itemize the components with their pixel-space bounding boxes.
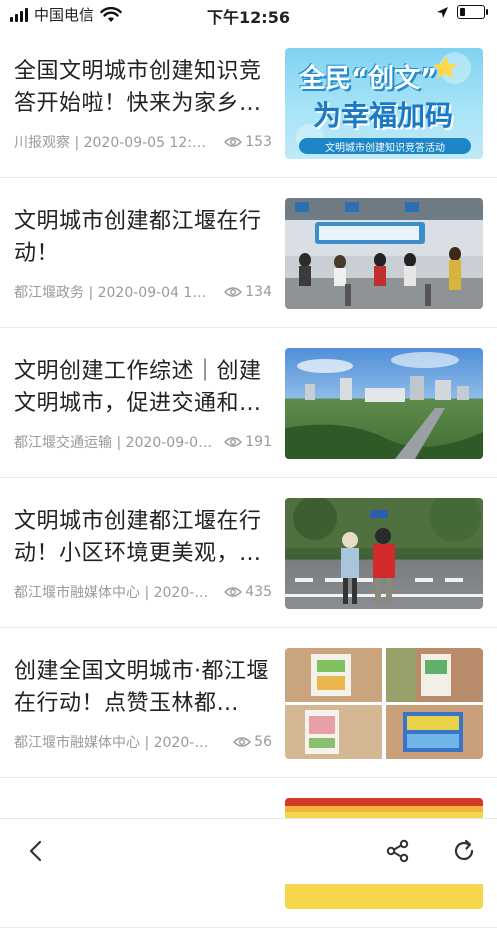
- article-thumbnail: [285, 648, 483, 759]
- eye-icon: [224, 137, 243, 147]
- refresh-icon: [454, 839, 474, 861]
- view-count-value: 153: [245, 134, 272, 150]
- eye-icon: [224, 587, 243, 597]
- article-list: 全国文明城市创建知识竞答开始啦！快来为家乡… 川报观察 | 2020-09-05…: [0, 28, 497, 928]
- article-item[interactable]: 文明城市创建都江堰在行动！小区环境更美观，… 都江堰市融媒体中心 | 2020-…: [0, 478, 497, 628]
- article-source: 都江堰市融媒体中心 | 2020-0…: [14, 735, 214, 751]
- article-source: 都江堰交通运输 | 2020-09-0…: [14, 435, 213, 451]
- view-count: 153: [224, 134, 272, 150]
- article-thumbnail: [285, 498, 483, 609]
- battery-icon: [457, 5, 488, 19]
- bottom-toolbar: [0, 818, 497, 884]
- article-thumbnail: [285, 198, 483, 309]
- eye-icon: [224, 287, 243, 297]
- article-item[interactable]: 全国文明城市创建知识竞答开始啦！快来为家乡… 川报观察 | 2020-09-05…: [0, 28, 497, 178]
- poster-headline-2: 为幸福加码: [313, 99, 454, 132]
- article-title: 文明城市创建都江堰在行动！小区环境更美观，…: [14, 509, 262, 566]
- eye-icon: [233, 737, 252, 747]
- article-meta: 都江堰政务 | 2020-09-04 1… 134: [14, 282, 272, 302]
- share-icon: [386, 839, 409, 863]
- status-right: [436, 5, 488, 19]
- clock: 下午12:56: [207, 8, 290, 27]
- article-thumbnail: [285, 348, 483, 459]
- article-source: 川报观察 | 2020-09-05 12:…: [14, 135, 206, 151]
- view-count-value: 435: [245, 584, 272, 600]
- article-thumbnail: 全民“创文” 为幸福加码 文明城市创建知识竞答活动: [285, 48, 483, 159]
- article-meta: 都江堰交通运输 | 2020-09-0… 191: [14, 432, 272, 452]
- article-title: 全国文明城市创建知识竞答开始啦！快来为家乡…: [14, 59, 262, 116]
- article-item[interactable]: 文明城市创建都江堰在行动！ 都江堰政务 | 2020-09-04 1… 134: [0, 178, 497, 328]
- view-count-value: 134: [245, 284, 272, 300]
- back-button[interactable]: [18, 833, 54, 869]
- location-arrow-icon: [437, 6, 448, 18]
- view-count-value: 191: [245, 434, 272, 450]
- share-button[interactable]: [380, 833, 416, 869]
- view-count-value: 56: [254, 734, 272, 750]
- view-count: 435: [224, 584, 272, 600]
- article-meta: 都江堰市融媒体中心 | 2020-… 435: [14, 582, 272, 602]
- view-count: 191: [224, 434, 272, 450]
- article-source: 都江堰市融媒体中心 | 2020-…: [14, 585, 209, 601]
- view-count: 134: [224, 284, 272, 300]
- article-title: 文明城市创建都江堰在行动！: [14, 209, 262, 266]
- status-bar: 中国电信 下午12:56: [0, 0, 497, 28]
- chevron-left-icon: [29, 840, 42, 862]
- poster-caption: 文明城市创建知识竞答活动: [325, 143, 445, 154]
- article-meta: 都江堰市融媒体中心 | 2020-0… 56: [14, 732, 272, 752]
- poster-headline-1: 全民“创文”: [299, 64, 438, 94]
- article-title: 创建全国文明城市·都江堰在行动！点赞玉林都…: [14, 659, 269, 716]
- article-item[interactable]: 文明创建工作综述｜创建文明城市，促进交通和… 都江堰交通运输 | 2020-09…: [0, 328, 497, 478]
- eye-icon: [224, 437, 243, 447]
- article-item[interactable]: 创建全国文明城市·都江堰在行动！点赞玉林都… 都江堰市融媒体中心 | 2020-…: [0, 628, 497, 778]
- article-meta: 川报观察 | 2020-09-05 12:… 153: [14, 132, 272, 152]
- view-count: 56: [233, 734, 272, 750]
- article-source: 都江堰政务 | 2020-09-04 1…: [14, 285, 207, 301]
- refresh-button[interactable]: [446, 833, 482, 869]
- article-title: 文明创建工作综述｜创建文明城市，促进交通和…: [14, 359, 262, 416]
